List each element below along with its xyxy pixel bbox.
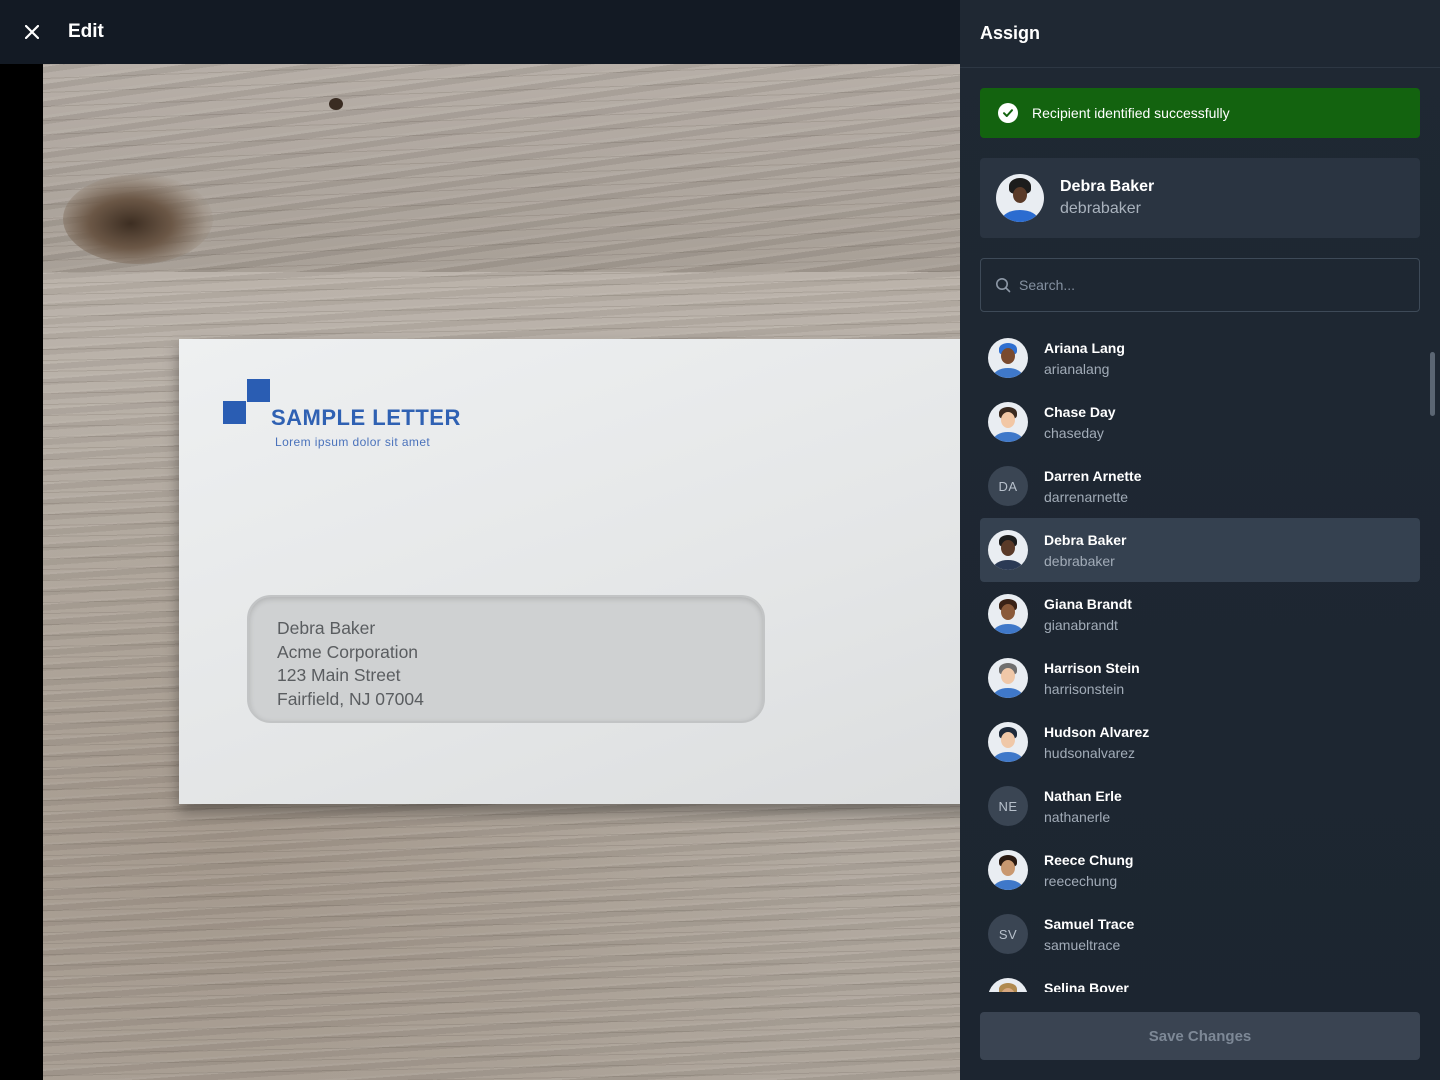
recipient-username: chaseday — [1044, 424, 1104, 441]
recipient-name: Hudson Alvarez — [1044, 723, 1150, 740]
avatar — [988, 402, 1028, 442]
address-line: Debra Baker — [277, 618, 376, 638]
list-scrollbar[interactable] — [1430, 352, 1435, 416]
recipient-name: Darren Arnette — [1044, 467, 1142, 484]
list-item[interactable]: Ariana Lang arianalang — [980, 326, 1420, 390]
top-bar: Edit — [0, 0, 960, 64]
search-input[interactable] — [1019, 277, 1399, 293]
recipient-username: arianalang — [1044, 360, 1110, 377]
list-item[interactable]: Hudson Alvarez hudsonalvarez — [980, 710, 1420, 774]
recipient-username: nathanerle — [1044, 808, 1111, 825]
avatar: SV — [988, 914, 1028, 954]
recipient-username: debrabaker — [1044, 552, 1115, 569]
recipient-name: Ariana Lang — [1044, 339, 1125, 356]
success-alert: Recipient identified successfully — [980, 88, 1420, 138]
avatar — [988, 722, 1028, 762]
wood-knot — [63, 174, 213, 264]
list-item[interactable]: Reece Chung reecechung — [980, 838, 1420, 902]
avatar: NE — [988, 786, 1028, 826]
assign-panel: Assign Recipient identified successfully… — [960, 0, 1440, 1080]
address-window: Debra Baker Acme Corporation 123 Main St… — [247, 595, 765, 723]
check-circle-icon — [998, 103, 1018, 123]
alert-text: Recipient identified successfully — [1032, 105, 1230, 121]
close-icon — [25, 25, 39, 39]
list-item[interactable]: Selina Boverselinabover — [980, 966, 1420, 992]
panel-header: Assign — [960, 0, 1440, 68]
recipient-username: reecechung — [1044, 872, 1118, 889]
list-item[interactable]: Chase Day chaseday — [980, 390, 1420, 454]
recipient-name: Chase Day — [1044, 403, 1116, 420]
avatar: DA — [988, 466, 1028, 506]
list-item[interactable]: Giana Brandt gianabrandt — [980, 582, 1420, 646]
avatar — [988, 530, 1028, 570]
list-item[interactable]: Debra Baker debrabaker — [980, 518, 1420, 582]
address-line: Fairfield, NJ 07004 — [277, 688, 424, 709]
page-title: Edit — [68, 21, 104, 42]
letter-logo-icon — [223, 379, 271, 427]
avatar — [988, 658, 1028, 698]
selected-name: Debra Baker — [1060, 178, 1155, 195]
recipient-name: Giana Brandt — [1044, 595, 1132, 612]
avatar — [988, 978, 1028, 992]
recipient-name: Reece Chung — [1044, 851, 1134, 868]
save-changes-button[interactable]: Save Changes — [980, 1012, 1420, 1060]
recipient-username: hudsonalvarez — [1044, 744, 1136, 761]
recipient-username: harrisonstein — [1044, 680, 1125, 697]
list-item[interactable]: Harrison Stein harrisonstein — [980, 646, 1420, 710]
address-line: 123 Main Street — [277, 665, 401, 685]
logo-title: SAMPLE LETTER — [271, 405, 461, 430]
recipient-username: gianabrandt — [1044, 616, 1118, 633]
photo-viewer: SAMPLE LETTER Lorem ipsum dolor sit amet… — [0, 64, 960, 1080]
selected-recipient-card: Debra Baker debrabaker — [980, 158, 1420, 238]
recipient-name: Selina Bover — [1044, 979, 1129, 993]
envelope-photo: SAMPLE LETTER Lorem ipsum dolor sit amet… — [43, 64, 960, 1080]
address-line: Acme Corporation — [277, 641, 419, 662]
search-icon — [996, 278, 1011, 293]
envelope: SAMPLE LETTER Lorem ipsum dolor sit amet… — [179, 339, 960, 804]
recipient-name: Harrison Stein — [1044, 659, 1140, 676]
avatar — [996, 174, 1044, 222]
search-box[interactable] — [980, 258, 1420, 312]
avatar — [988, 338, 1028, 378]
recipient-name: Debra Baker — [1044, 531, 1127, 548]
logo-subtitle: Lorem ipsum dolor sit amet — [275, 435, 431, 449]
avatar — [988, 850, 1028, 890]
recipient-list: Ariana Lang arianalang Chase Day chaseday DA… — [980, 326, 1420, 992]
list-item[interactable]: SV Samuel Trace samueltrace — [980, 902, 1420, 966]
recipient-name: Nathan Erle — [1044, 787, 1122, 804]
close-button[interactable] — [0, 0, 64, 64]
avatar — [988, 594, 1028, 634]
selected-username: debrabaker — [1060, 200, 1141, 217]
list-item[interactable]: DA Darren Arnette darrenarnette — [980, 454, 1420, 518]
recipient-name: Samuel Trace — [1044, 915, 1135, 932]
list-item[interactable]: NE Nathan Erle nathanerle — [980, 774, 1420, 838]
wood-knot-small — [329, 98, 343, 110]
recipient-username: samueltrace — [1044, 936, 1121, 953]
recipient-username: darrenarnette — [1044, 488, 1129, 505]
panel-title: Assign — [980, 23, 1041, 43]
